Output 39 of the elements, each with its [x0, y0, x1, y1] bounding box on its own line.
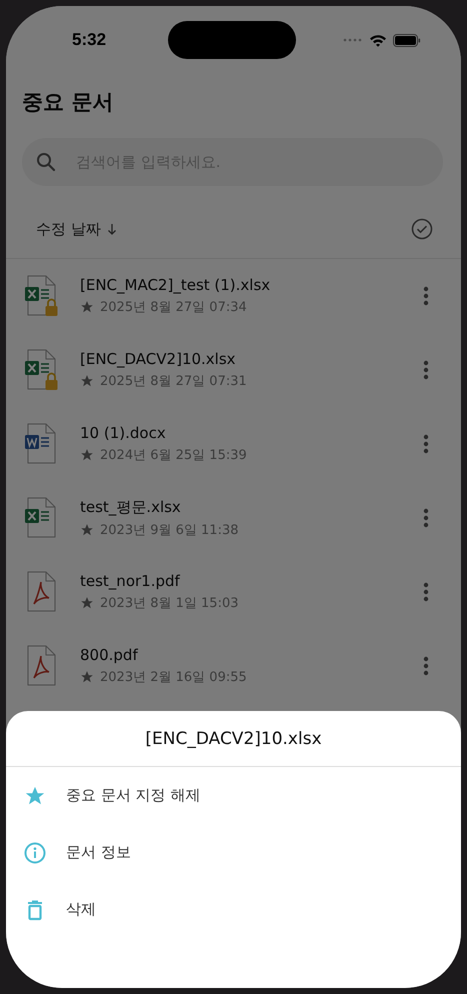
file-name: 800.pdf	[80, 646, 139, 664]
more-icon[interactable]	[423, 582, 429, 602]
file-date: 2023년 8월 1일 15:03	[100, 595, 238, 612]
check-circle-icon[interactable]	[411, 218, 433, 240]
file-row[interactable]: 10 (1).docx 2024년 6월 25일 15:39	[6, 407, 461, 481]
file-row[interactable]: test_평문.xlsx 2023년 9월 6일 11:38	[6, 481, 461, 555]
more-icon[interactable]	[423, 286, 429, 306]
file-row[interactable]: [ENC_MAC2]_test (1).xlsx 2025년 8월 27일 07:34	[6, 259, 461, 333]
file-name: [ENC_MAC2]_test (1).xlsx	[80, 276, 272, 294]
more-icon[interactable]	[423, 508, 429, 528]
sort-button[interactable]: 수정 날짜	[30, 220, 101, 238]
file-row[interactable]: [ENC_DACV2]10.xlsx 2025년 8월 27일 07:31	[6, 333, 461, 407]
file-date: 2025년 8월 27일 07:34	[100, 299, 247, 316]
wifi-icon	[369, 34, 387, 46]
file-row[interactable]: test_nor1.pdf 2023년 8월 1일 15:03	[6, 555, 461, 629]
file-date: 2025년 8월 27일 07:31	[100, 373, 247, 390]
more-icon[interactable]	[423, 360, 429, 380]
info-icon	[24, 842, 46, 864]
file-name: test_nor1.pdf	[80, 572, 181, 590]
file-name: test_평문.xlsx	[80, 498, 182, 516]
menu-item[interactable]: 중요 문서 지정 해제	[6, 767, 461, 824]
page-title: 중요 문서	[22, 89, 114, 116]
status-time: 5:32	[72, 30, 108, 50]
more-icon[interactable]	[423, 434, 429, 454]
down-arrow-icon	[106, 223, 117, 235]
star-icon	[24, 784, 46, 806]
file-name: [ENC_DACV2]10.xlsx	[80, 350, 237, 368]
file-date: 2023년 9월 6일 11:38	[100, 522, 238, 538]
more-icon[interactable]	[423, 656, 429, 676]
menu-item[interactable]: 삭제	[6, 881, 461, 938]
search-icon	[36, 152, 56, 172]
sheet-title: [ENC_DACV2]10.xlsx	[6, 711, 461, 767]
battery-icon	[393, 34, 421, 46]
file-row[interactable]: 800.pdf 2023년 2월 16일 09:55	[6, 629, 461, 703]
menu-item[interactable]: 문서 정보	[6, 824, 461, 881]
file-date: 2024년 6월 25일 15:39	[100, 447, 247, 464]
file-name: 10 (1).docx	[80, 424, 167, 442]
signal-icon	[343, 38, 363, 42]
file-date: 2023년 2월 16일 09:55	[100, 669, 247, 686]
